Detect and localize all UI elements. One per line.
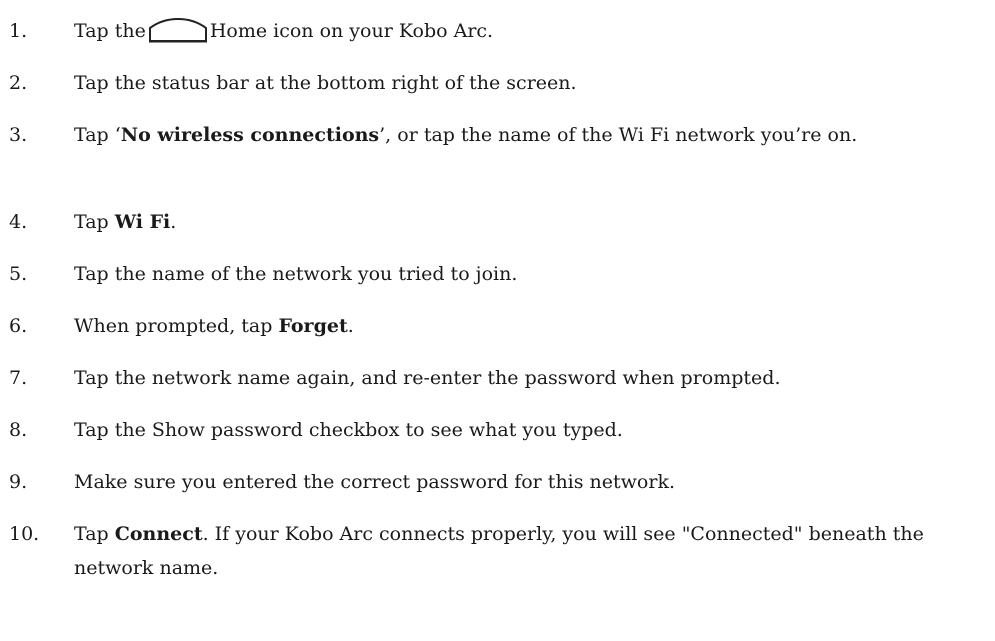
step-number: 6. <box>9 315 28 337</box>
step-text: Tap ‘No wireless connections’, or tap th… <box>74 118 989 152</box>
step-text: Tap Connect. If your Kobo Arc connects p… <box>74 517 989 585</box>
step-text: Tap the name of the network you tried to… <box>74 263 518 285</box>
step-text: Tap the Home icon on your Kobo Arc. <box>74 14 989 48</box>
step-text-post: . <box>170 211 177 233</box>
step-text: Tap the status bar at the bottom right o… <box>74 72 577 94</box>
step-number: 10. <box>9 523 40 545</box>
step-text: Tap the Show password checkbox to see wh… <box>74 419 623 441</box>
step-number: 1. <box>9 20 28 42</box>
step-number: 2. <box>9 72 28 94</box>
step-number: 3. <box>9 124 28 146</box>
step-text-pre: Tap <box>74 211 115 233</box>
step-text-bold: No wireless connections <box>120 124 380 146</box>
step-text-bold: Wi Fi <box>114 211 171 233</box>
step-text-bold: Connect <box>114 523 203 545</box>
step-text-bold: Forget <box>278 315 348 337</box>
step-text: When prompted, tap Forget. <box>74 309 989 343</box>
step-number: 4. <box>9 211 28 233</box>
step-number: 8. <box>9 419 28 441</box>
step-text-post: . <box>347 315 354 337</box>
step-text: Tap Wi Fi. <box>74 205 989 239</box>
step-text: Tap the network name again, and re-enter… <box>74 367 781 389</box>
step-number: 9. <box>9 471 28 493</box>
step-text-pre: Tap the <box>74 20 146 42</box>
step-text-post: Home icon on your Kobo Arc. <box>209 20 494 42</box>
step-number: 7. <box>9 367 28 389</box>
step-text: Make sure you entered the correct passwo… <box>74 471 675 493</box>
step-text-pre: Tap <box>74 523 115 545</box>
step-number: 5. <box>9 263 28 285</box>
step-text-post: ’, or tap the name of the Wi Fi network … <box>379 124 858 146</box>
step-text-pre: When prompted, tap <box>74 315 279 337</box>
home-icon <box>148 17 208 43</box>
step-text-pre: Tap ‘ <box>74 124 121 146</box>
